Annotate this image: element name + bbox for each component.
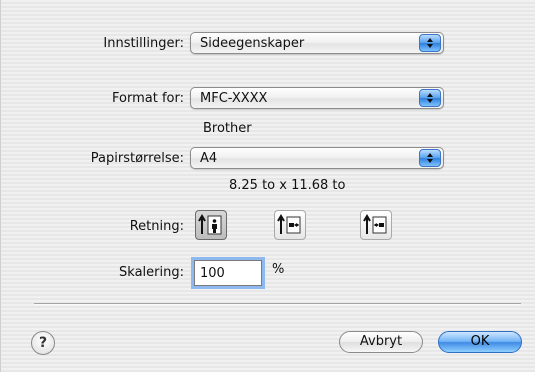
- landscape-left-orientation-icon: [277, 214, 301, 234]
- paper-size-label: Papirstørrelse:: [90, 151, 184, 166]
- landscape-right-orientation-icon: [363, 214, 387, 234]
- orientation-label: Retning:: [129, 219, 184, 234]
- ok-button[interactable]: OK: [438, 331, 522, 353]
- settings-label: Innstillinger:: [103, 36, 184, 51]
- scale-input[interactable]: [191, 257, 265, 289]
- settings-popup[interactable]: Sideegenskaper: [190, 32, 444, 54]
- popup-arrows-icon: [419, 89, 441, 107]
- cancel-button[interactable]: Avbryt: [339, 331, 423, 353]
- landscape-left-orientation-button[interactable]: [274, 210, 306, 240]
- format-for-popup-value: MFC-XXXX: [200, 91, 268, 106]
- format-for-label: Format for:: [112, 91, 184, 106]
- popup-arrows-icon: [419, 34, 441, 52]
- help-icon: ?: [38, 335, 48, 351]
- landscape-right-orientation-button[interactable]: [360, 210, 392, 240]
- separator-line: [34, 303, 521, 305]
- scale-label: Skalering:: [119, 265, 184, 280]
- portrait-orientation-icon: [198, 214, 222, 235]
- format-for-popup[interactable]: MFC-XXXX: [190, 87, 444, 109]
- popup-arrows-icon: [419, 149, 441, 167]
- paper-dimensions-text: 8.25 to x 11.68 to: [229, 178, 346, 193]
- settings-popup-value: Sideegenskaper: [200, 36, 305, 51]
- printer-vendor-text: Brother: [203, 121, 252, 136]
- help-button[interactable]: ?: [31, 331, 55, 355]
- paper-size-popup[interactable]: A4: [190, 147, 444, 169]
- scale-unit-text: %: [272, 262, 285, 277]
- paper-size-popup-value: A4: [200, 151, 218, 166]
- page-setup-dialog: Innstillinger: Sideegenskaper Format for…: [0, 0, 535, 372]
- portrait-orientation-button[interactable]: [195, 210, 227, 240]
